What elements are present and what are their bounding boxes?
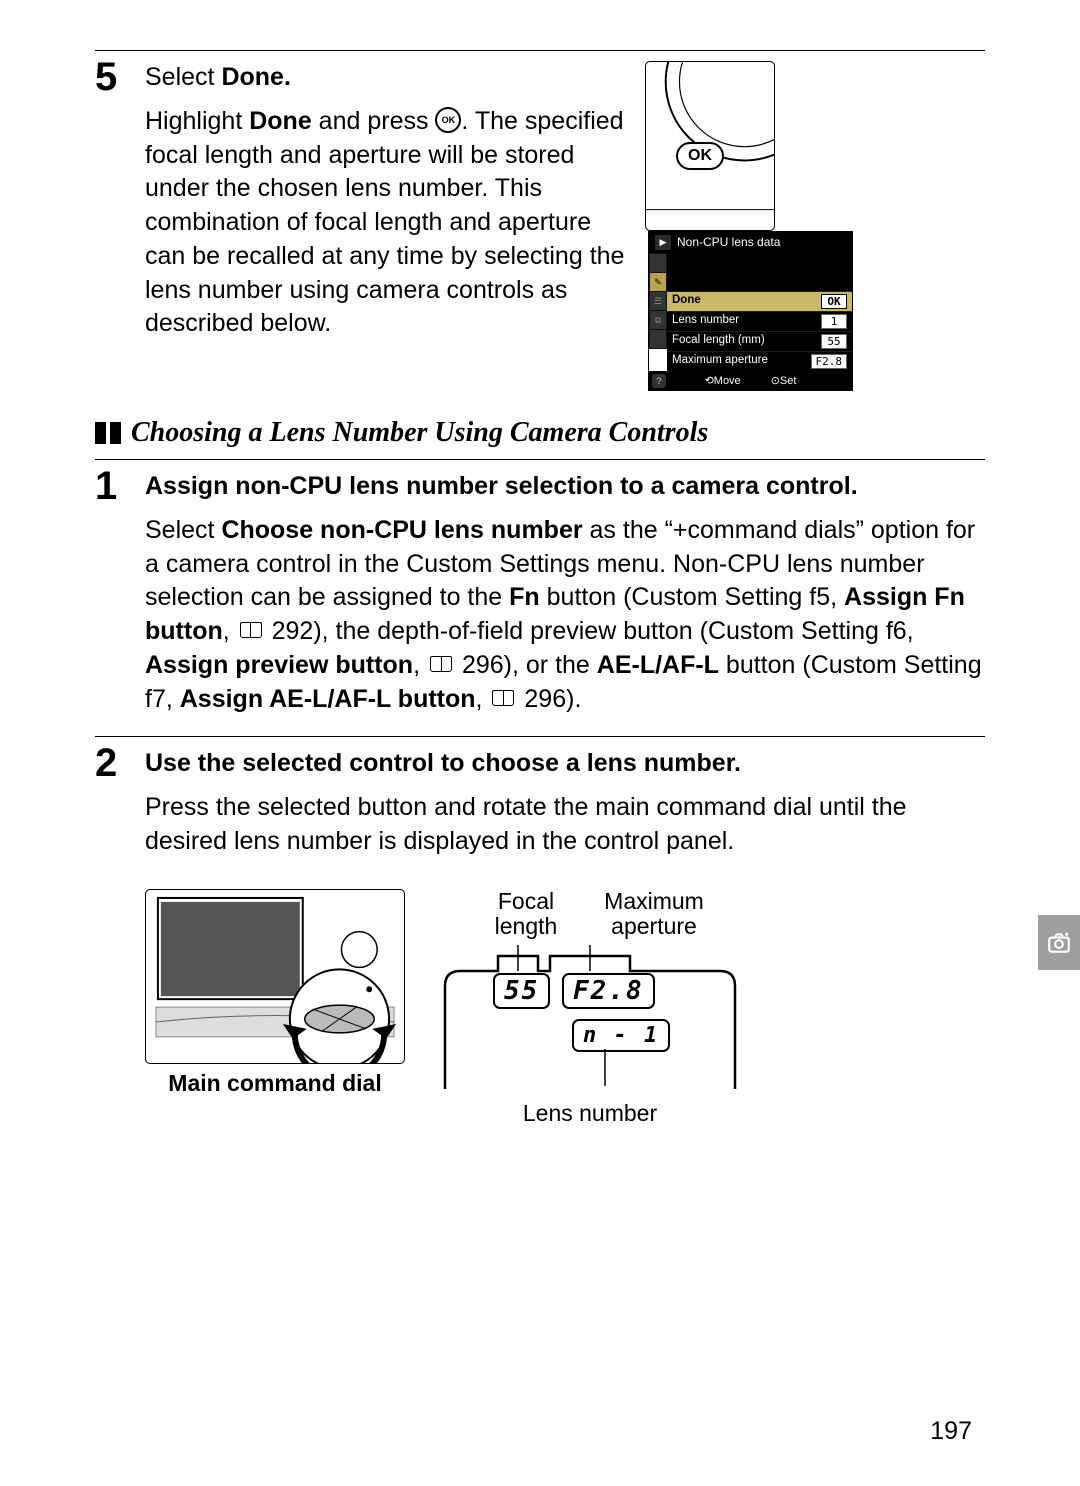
retouch-icon: ⧉ — [650, 311, 666, 329]
step-1-title: Assign non-CPU lens number selection to … — [145, 470, 985, 504]
edge-tab-icon — [1038, 915, 1080, 970]
book-icon — [492, 690, 514, 706]
main-dial-caption: Main command dial — [145, 1070, 405, 1097]
menu-row-done: Done OK — [667, 291, 852, 311]
step-5: 5 OK ▶ Non-CPU lens data — [95, 57, 985, 391]
step-number: 5 — [95, 57, 145, 97]
menu-row-max-aperture: Maximum aperture F2.8 — [667, 351, 852, 371]
focal-length-value: 55 — [493, 973, 550, 1009]
subsection-heading: Choosing a Lens Number Using Camera Cont… — [95, 417, 985, 449]
max-aperture-label: Maximumaperture — [599, 889, 709, 940]
menu-footer: ? ⟲Move ⊙Set — [649, 371, 852, 390]
step-2-body: Press the selected button and rotate the… — [145, 791, 985, 859]
book-icon — [430, 656, 452, 672]
step-2: 2 Use the selected control to choose a l… — [95, 743, 985, 858]
diagram-row: Main command dial Focallength Maximumape… — [145, 889, 985, 1128]
step-5-title: Select Done. — [145, 63, 291, 91]
menu-row-focal-length: Focal length (mm) 55 — [667, 331, 852, 351]
control-panel-figure: Focallength Maximumaperture 55 F2.8 n - … — [440, 889, 740, 1128]
page-number: 197 — [930, 1417, 972, 1446]
menu-row-lens-number: Lens number 1 — [667, 311, 852, 331]
lens-number-label: Lens number — [440, 1100, 740, 1127]
main-command-dial-figure: Main command dial — [145, 889, 405, 1097]
menu-title: Non-CPU lens data — [677, 235, 780, 250]
lens-number-value: n - 1 — [572, 1019, 670, 1052]
camera-ok-illustration: OK — [645, 61, 775, 231]
step-1: 1 Assign non-CPU lens number selection t… — [95, 466, 985, 716]
menu-side-icon-active: ✎ — [650, 273, 666, 291]
step-1-body: Select Choose non-CPU lens number as the… — [145, 514, 985, 717]
step-number: 1 — [95, 466, 145, 506]
ok-inline-icon: OK — [435, 107, 461, 133]
step-number: 2 — [95, 743, 145, 783]
book-icon — [240, 622, 262, 638]
step-2-title: Use the selected control to choose a len… — [145, 747, 985, 781]
menu-done-ok-value: OK — [821, 294, 847, 309]
play-icon: ▶ — [655, 235, 671, 250]
help-icon: ? — [652, 374, 666, 388]
max-aperture-value: F2.8 — [562, 973, 655, 1009]
section-marker-icon — [95, 422, 121, 444]
menu-side-icons: ✎ ☰ ⧉ — [649, 253, 667, 349]
camera-menu-screenshot: ▶ Non-CPU lens data ✎ ☰ ⧉ Done — [648, 231, 853, 391]
focal-length-label: Focallength — [471, 889, 581, 940]
menu-screenshot-card: OK ▶ Non-CPU lens data ✎ ☰ ⧉ — [645, 61, 985, 391]
ok-button-label: OK — [676, 142, 724, 170]
